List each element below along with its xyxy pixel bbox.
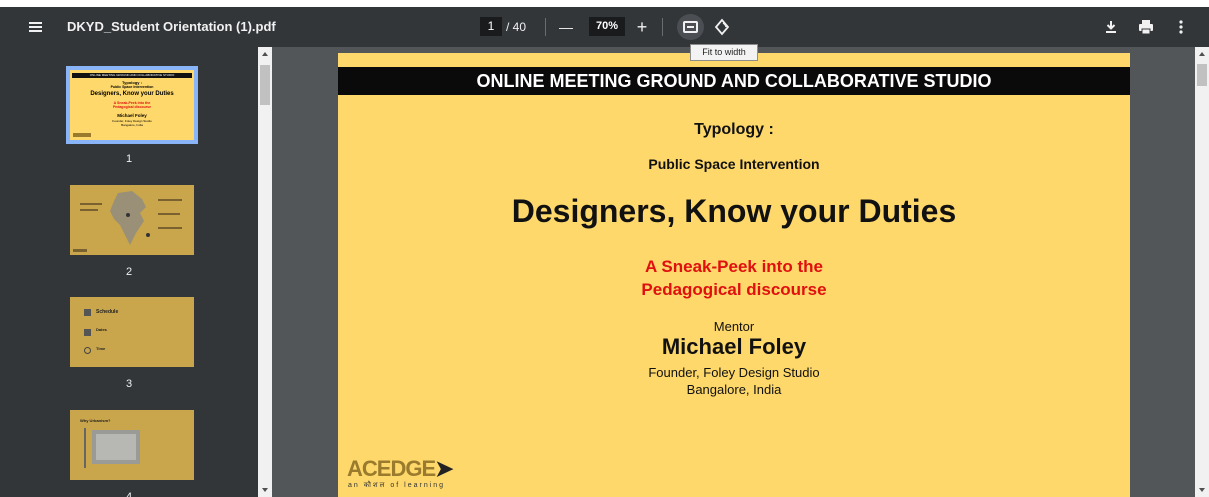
download-icon xyxy=(1106,21,1116,33)
rotate-button[interactable] xyxy=(712,17,732,37)
scroll-down-icon xyxy=(1199,488,1205,492)
mentor-role: Founder, Foley Design Studio xyxy=(648,365,820,380)
thumb-title: Designers, Know your Duties xyxy=(90,91,174,97)
print-button[interactable] xyxy=(1137,18,1155,36)
fit-to-width-button[interactable] xyxy=(677,14,704,40)
scrollbar-thumb[interactable] xyxy=(1197,64,1207,86)
zoom-level-input[interactable]: 70% xyxy=(589,17,625,36)
thumb-image xyxy=(96,434,136,460)
thumbnail-page-3[interactable]: Schedule Dates Time xyxy=(70,297,194,367)
acedge-logo: ACEDGE➤ xyxy=(347,456,454,482)
toolbar: DKYD_Student Orientation (1).pdf 1 / 40 … xyxy=(0,7,1209,47)
thumb-text: Time xyxy=(96,346,106,351)
page-banner: ONLINE MEETING GROUND AND COLLABORATIVE … xyxy=(338,67,1130,95)
logo-arrow-icon: ➤ xyxy=(435,456,453,481)
thumbnail-label: 4 xyxy=(125,491,133,497)
thumbnail-label: 2 xyxy=(125,266,133,278)
document-viewer: ONLINE MEETING GROUND AND COLLABORATIVE … xyxy=(272,47,1195,497)
thumb-line xyxy=(84,428,86,468)
pdf-viewer: DKYD_Student Orientation (1).pdf 1 / 40 … xyxy=(0,0,1209,497)
menu-icon[interactable] xyxy=(26,17,46,37)
thumbnail-sidebar: ONLINE MEETING GROUND AND COLLABORATIVE … xyxy=(0,47,258,497)
page-title: Designers, Know your Duties xyxy=(511,193,957,229)
zoom-in-button[interactable]: + xyxy=(632,17,652,37)
mentor-name: Michael Foley xyxy=(661,334,807,359)
page-subtitle: Public Space Intervention xyxy=(648,156,820,172)
scroll-up-icon xyxy=(1199,52,1205,56)
thumb-text: Michael Foley xyxy=(117,113,147,118)
scrollbar-thumb[interactable] xyxy=(260,65,270,105)
logo-tagline: an कौशल of learning xyxy=(348,482,446,489)
thumb-icon xyxy=(84,309,91,316)
page-total: / 40 xyxy=(506,20,527,34)
thumb-logo xyxy=(73,133,91,137)
pdf-page-1: ONLINE MEETING GROUND AND COLLABORATIVE … xyxy=(338,53,1130,497)
zoom-out-button[interactable]: — xyxy=(556,17,576,37)
sidebar-scrollbar[interactable] xyxy=(258,47,272,497)
more-options-button[interactable] xyxy=(1172,18,1190,36)
page-number-input[interactable]: 1 xyxy=(480,17,502,36)
thumb-text: Schedule xyxy=(96,309,119,315)
print-icon xyxy=(1139,20,1153,35)
typology-label: Typology : xyxy=(694,121,774,138)
window-top-strip xyxy=(0,0,1209,7)
thumb-text: Public Space Intervention xyxy=(110,85,154,89)
fit-to-width-icon xyxy=(683,21,698,33)
download-button[interactable] xyxy=(1102,18,1120,36)
thumb-text: Dates xyxy=(96,327,107,332)
logo-text: ACEDGE xyxy=(347,456,436,481)
thumb-india-map xyxy=(73,191,182,252)
thumb-text: Bangalore, India xyxy=(121,123,143,127)
thumb-icon xyxy=(84,347,91,354)
mentor-label: Mentor xyxy=(713,319,755,334)
thumbnail-page-4[interactable]: Why Urbanism? xyxy=(70,410,194,480)
more-vert-icon xyxy=(1179,20,1183,34)
red-line: A Sneak-Peek into the xyxy=(645,257,823,276)
toolbar-divider xyxy=(545,18,546,36)
mentor-place: Bangalore, India xyxy=(686,382,782,397)
thumbnail-page-1[interactable]: ONLINE MEETING GROUND AND COLLABORATIVE … xyxy=(66,66,198,144)
thumb-text: Why Urbanism? xyxy=(80,418,111,423)
thumb-icon xyxy=(84,329,91,336)
viewer-scrollbar[interactable] xyxy=(1195,47,1209,497)
thumb-banner: ONLINE MEETING GROUND AND COLLABORATIVE … xyxy=(72,73,192,78)
thumbnail-label: 3 xyxy=(125,378,133,390)
file-title: DKYD_Student Orientation (1).pdf xyxy=(67,19,276,34)
thumbnail-label: 1 xyxy=(125,153,133,165)
scroll-up-icon xyxy=(262,52,268,56)
toolbar-divider xyxy=(662,18,663,36)
thumbnail-page-2[interactable] xyxy=(70,185,194,255)
fit-to-width-tooltip: Fit to width xyxy=(690,44,758,61)
scroll-down-icon xyxy=(262,488,268,492)
rotate-icon xyxy=(714,18,730,36)
thumb-text: Pedagogical discourse xyxy=(112,105,152,109)
red-line: Pedagogical discourse xyxy=(641,280,827,299)
